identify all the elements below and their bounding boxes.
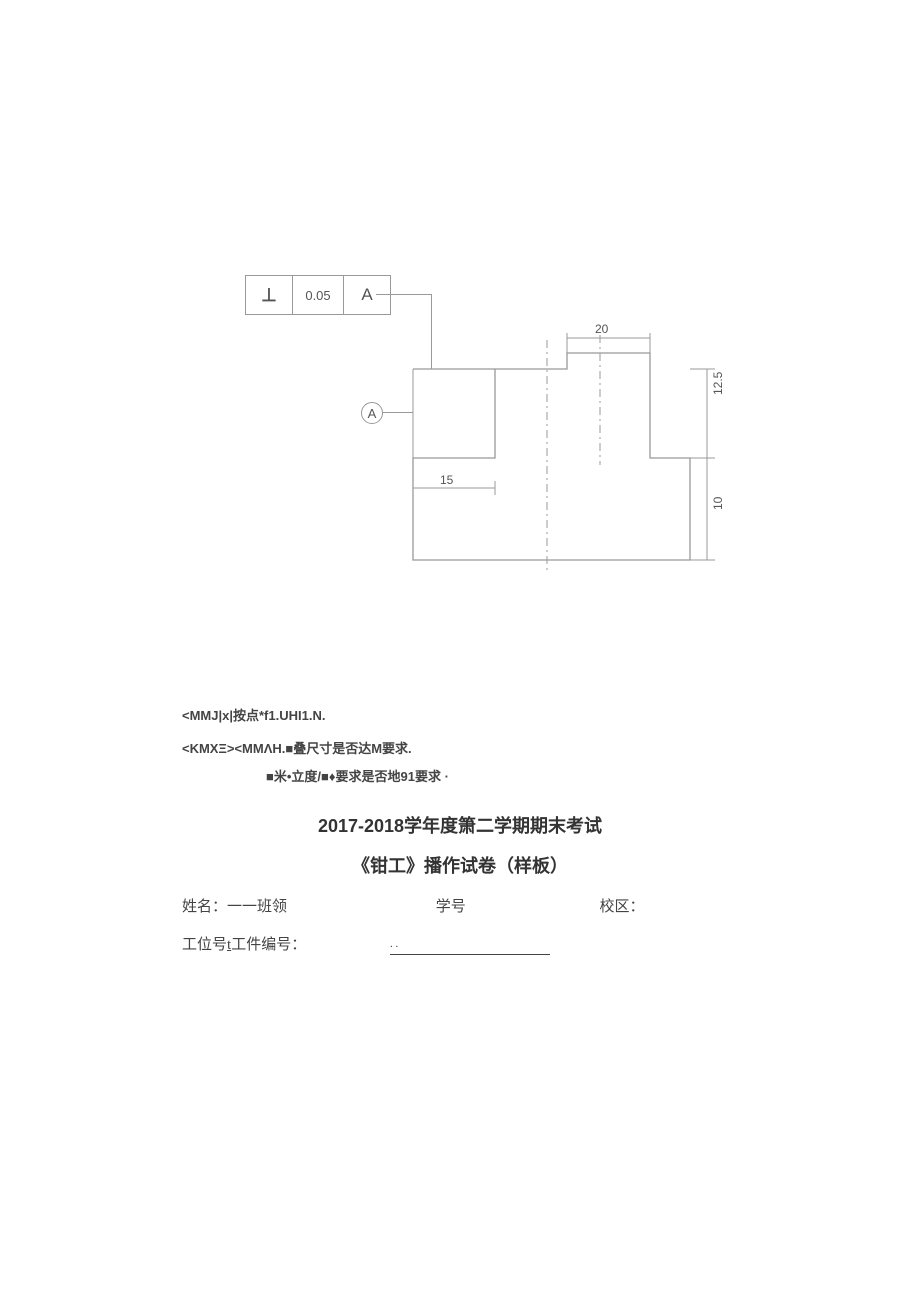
student-id-label: 学号: [436, 895, 596, 916]
exam-title: 2017-2018学年度箫二学期期末考试: [0, 812, 920, 838]
name-label: 姓名：一一班领: [182, 895, 432, 916]
fill-line: . .: [390, 937, 550, 955]
note-line-3: ■米•立度/■♦要求是否地91要求 ·: [182, 763, 449, 790]
exam-subtitle: 《钳工》播作试卷（样板）: [0, 852, 920, 878]
workpiece-label: 工件编号：: [231, 937, 306, 953]
engineering-drawing: ⊥ 0.05 A A: [245, 275, 725, 585]
workpiece-info-row: 工位号t工件编号： . .: [182, 933, 742, 955]
station-label: 工位号: [182, 937, 227, 953]
dim-top: 20: [595, 322, 608, 336]
dim-right-lower: 10: [711, 497, 725, 510]
student-info-row: 姓名：一一班领 学号 校区：: [182, 895, 742, 916]
title-block: 2017-2018学年度箫二学期期末考试 《钳工》播作试卷（样板）: [0, 812, 920, 878]
note-line-2: <KMXΞ><MMΛH.■叠尺寸是否达M要求.: [182, 735, 449, 762]
dim-left: 15: [440, 473, 453, 487]
note-line-1: <MMJ|x|按点*f1.UHI1.N.: [182, 702, 449, 729]
dim-right-upper: 12.5: [711, 372, 725, 395]
notes-block: <MMJ|x|按点*f1.UHI1.N. <KMXΞ><MMΛH.■叠尺寸是否达…: [182, 702, 449, 790]
campus-label: 校区：: [600, 895, 645, 916]
part-outline: [245, 275, 725, 585]
